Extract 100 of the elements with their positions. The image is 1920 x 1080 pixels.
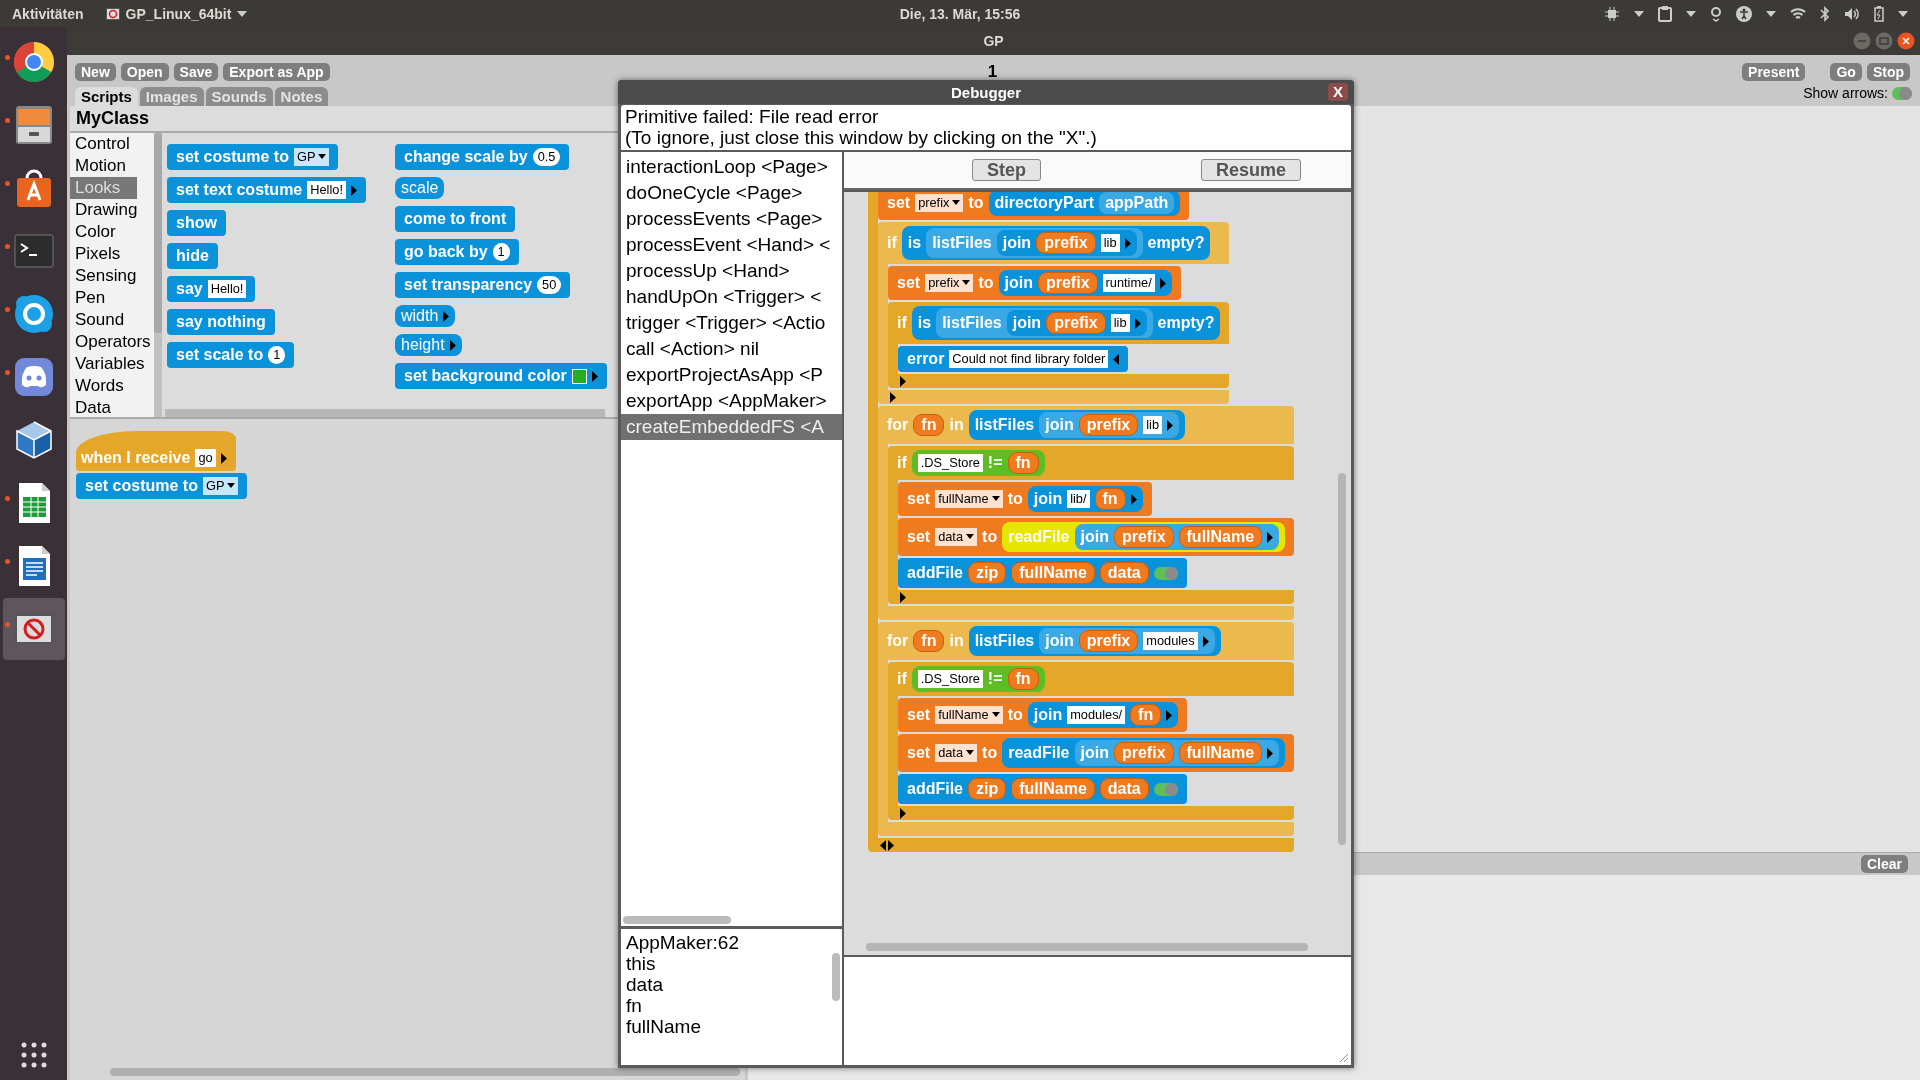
color-swatch[interactable] bbox=[571, 368, 587, 384]
battery-icon[interactable] bbox=[1874, 5, 1884, 22]
command-block[interactable]: set costume to GP bbox=[76, 473, 248, 499]
text-input[interactable]: Hello! bbox=[307, 181, 346, 199]
expand-arrow-icon[interactable] bbox=[900, 375, 906, 387]
command-block[interactable]: set fullName to join modules/ fn bbox=[898, 698, 1188, 732]
collapse-arrow-icon[interactable] bbox=[1113, 353, 1120, 365]
dropdown-field[interactable]: data bbox=[935, 528, 978, 546]
stack-frame[interactable]: exportApp <AppMaker> bbox=[621, 388, 842, 414]
category-item[interactable]: Data bbox=[70, 397, 137, 419]
command-block[interactable]: set data to readFile join prefix fullName bbox=[898, 518, 1295, 556]
command-block[interactable]: set transparency 50 bbox=[395, 272, 571, 298]
text-input[interactable]: .DS_Store bbox=[917, 670, 983, 688]
clear-button[interactable]: Clear bbox=[1860, 855, 1908, 873]
text-input[interactable]: lib/ bbox=[1067, 490, 1090, 508]
scrollbar[interactable] bbox=[832, 953, 840, 1001]
reporter-block[interactable]: .DS_Store != fn bbox=[911, 450, 1045, 476]
bluetooth-icon[interactable] bbox=[1820, 5, 1830, 22]
collapse-arrow-icon[interactable] bbox=[880, 839, 886, 851]
reporter-block[interactable]: is listFiles join prefix lib empty? bbox=[901, 226, 1211, 260]
command-block[interactable]: set prefix to directoryPart appPath bbox=[878, 192, 1190, 220]
close-icon[interactable] bbox=[1897, 32, 1915, 50]
caret-icon[interactable] bbox=[1766, 10, 1776, 17]
dropdown-field[interactable]: fullName bbox=[935, 490, 1003, 508]
stack-frame[interactable]: processEvent <Hand> < bbox=[621, 232, 842, 258]
number-input[interactable]: 1 bbox=[268, 346, 286, 364]
text-input[interactable]: Hello! bbox=[207, 280, 247, 298]
close-button[interactable]: X bbox=[1328, 83, 1348, 101]
text-input[interactable]: lib bbox=[1143, 416, 1163, 434]
toolbar-button[interactable]: Stop bbox=[1866, 63, 1910, 81]
text-input[interactable]: Could not find library folder bbox=[949, 350, 1109, 368]
number-input[interactable]: 0.5 bbox=[532, 148, 561, 166]
stack-frame[interactable]: trigger <Trigger> <Actio bbox=[621, 310, 842, 336]
scrollbar[interactable] bbox=[623, 916, 731, 924]
activities-button[interactable]: Aktivitäten bbox=[12, 5, 84, 22]
caret-icon[interactable] bbox=[1634, 10, 1644, 17]
dropdown-field[interactable]: fullName bbox=[935, 706, 1003, 724]
category-item[interactable]: Control bbox=[70, 133, 137, 155]
category-item[interactable]: Variables bbox=[70, 353, 145, 375]
toolbar-button[interactable]: Go bbox=[1830, 63, 1862, 81]
variable-name[interactable]: AppMaker:62 bbox=[626, 932, 842, 953]
control-block[interactable]: if is listFiles join prefix lib empty? error Could not find library folder bbox=[888, 302, 1230, 388]
reporter-block[interactable]: listFiles join prefix lib bbox=[926, 228, 1143, 258]
toggle-switch[interactable] bbox=[1153, 782, 1178, 796]
reporter-block[interactable]: join modules/ fn bbox=[1027, 702, 1179, 728]
command-block[interactable]: error Could not find library folder bbox=[898, 346, 1129, 372]
reporter-block[interactable]: .DS_Store != fn bbox=[911, 666, 1045, 692]
app-menu[interactable]: GP_Linux_64bit bbox=[105, 5, 248, 22]
expand-arrow-icon[interactable] bbox=[890, 391, 896, 403]
app-grid-icon[interactable] bbox=[20, 1042, 47, 1068]
dropdown-field[interactable]: prefix bbox=[915, 194, 964, 212]
stack-frame[interactable]: handUpOn <Trigger> < bbox=[621, 284, 842, 310]
stack-frame[interactable]: processEvents <Page> bbox=[621, 206, 842, 232]
scrollbar[interactable] bbox=[866, 943, 1308, 951]
command-block[interactable]: set prefix to join prefix runtime/ bbox=[888, 266, 1181, 300]
text-input[interactable]: .DS_Store bbox=[917, 454, 983, 472]
expand-arrow-icon[interactable] bbox=[900, 807, 906, 819]
toolbar-button[interactable]: Open bbox=[120, 63, 169, 81]
toolbar-button[interactable]: Export as App bbox=[223, 63, 330, 81]
expand-arrow-icon[interactable] bbox=[1159, 277, 1166, 289]
category-item[interactable]: Pixels bbox=[70, 243, 137, 265]
debugger-button[interactable]: Resume bbox=[1201, 159, 1302, 181]
stack-frame[interactable]: interactionLoop <Page> bbox=[621, 154, 842, 180]
control-block[interactable]: for fn in listFiles join prefix modules if .DS_Store != fn set fullName to join modules/ fn set data to readFile join prefix fullName addFile zip fullName data bbox=[878, 622, 1295, 836]
control-block[interactable]: if .DS_Store != fn set fullName to join lib/ fn set data to readFile join prefix fullName addFile zip fullName data bbox=[888, 446, 1295, 604]
expand-arrow-icon[interactable] bbox=[1124, 237, 1131, 249]
text-input[interactable]: lib bbox=[1110, 314, 1130, 332]
expand-arrow-icon[interactable] bbox=[900, 591, 906, 603]
resize-handle-icon[interactable] bbox=[1339, 1053, 1349, 1063]
stack-frame[interactable]: createEmbeddedFS <A bbox=[621, 414, 842, 440]
control-block[interactable]: if is listFiles join prefix lib empty? set prefix to join prefix runtime/ if is listFiles join prefix lib empty? error Could not find library folder bbox=[878, 222, 1230, 404]
expand-arrow-icon[interactable] bbox=[449, 339, 456, 351]
dropdown-field[interactable]: GP bbox=[293, 148, 330, 166]
reporter-block[interactable]: join prefix lib bbox=[996, 230, 1137, 256]
category-item[interactable]: Color bbox=[70, 221, 137, 243]
scrollbar[interactable] bbox=[110, 1068, 740, 1076]
expand-arrow-icon[interactable] bbox=[220, 452, 227, 464]
number-input[interactable]: 1 bbox=[492, 243, 510, 261]
toolbar-button[interactable]: New bbox=[75, 63, 116, 81]
category-item[interactable]: Sensing bbox=[70, 265, 137, 287]
expand-arrow-icon[interactable] bbox=[1267, 747, 1274, 759]
accessibility-icon[interactable] bbox=[1736, 5, 1752, 22]
hat-block[interactable]: when I receive go bbox=[76, 431, 236, 471]
input-method-icon[interactable] bbox=[1710, 5, 1722, 22]
text-input[interactable]: modules/ bbox=[1067, 706, 1126, 724]
toolbar-button[interactable]: Present bbox=[1742, 63, 1806, 81]
chip-icon[interactable] bbox=[1604, 5, 1620, 22]
expand-arrow-icon[interactable] bbox=[1167, 419, 1174, 431]
dropdown-field[interactable]: data bbox=[935, 744, 978, 762]
clock-text[interactable]: Die, 13. Mär, 15:56 bbox=[899, 5, 1021, 22]
stack-frame[interactable]: call <Action> nil bbox=[621, 336, 842, 362]
command-block[interactable]: set data to readFile join prefix fullName bbox=[898, 734, 1295, 772]
expand-arrow-icon[interactable] bbox=[443, 310, 450, 322]
command-block[interactable]: change scale by 0.5 bbox=[395, 144, 570, 170]
caret-icon[interactable] bbox=[1898, 10, 1908, 17]
command-block[interactable]: go back by 1 bbox=[395, 239, 519, 265]
expand-arrow-icon[interactable] bbox=[351, 184, 357, 196]
command-block[interactable]: set text costume Hello! bbox=[167, 177, 366, 203]
dock-item[interactable] bbox=[2, 598, 65, 660]
toggle-switch[interactable] bbox=[1153, 566, 1178, 580]
